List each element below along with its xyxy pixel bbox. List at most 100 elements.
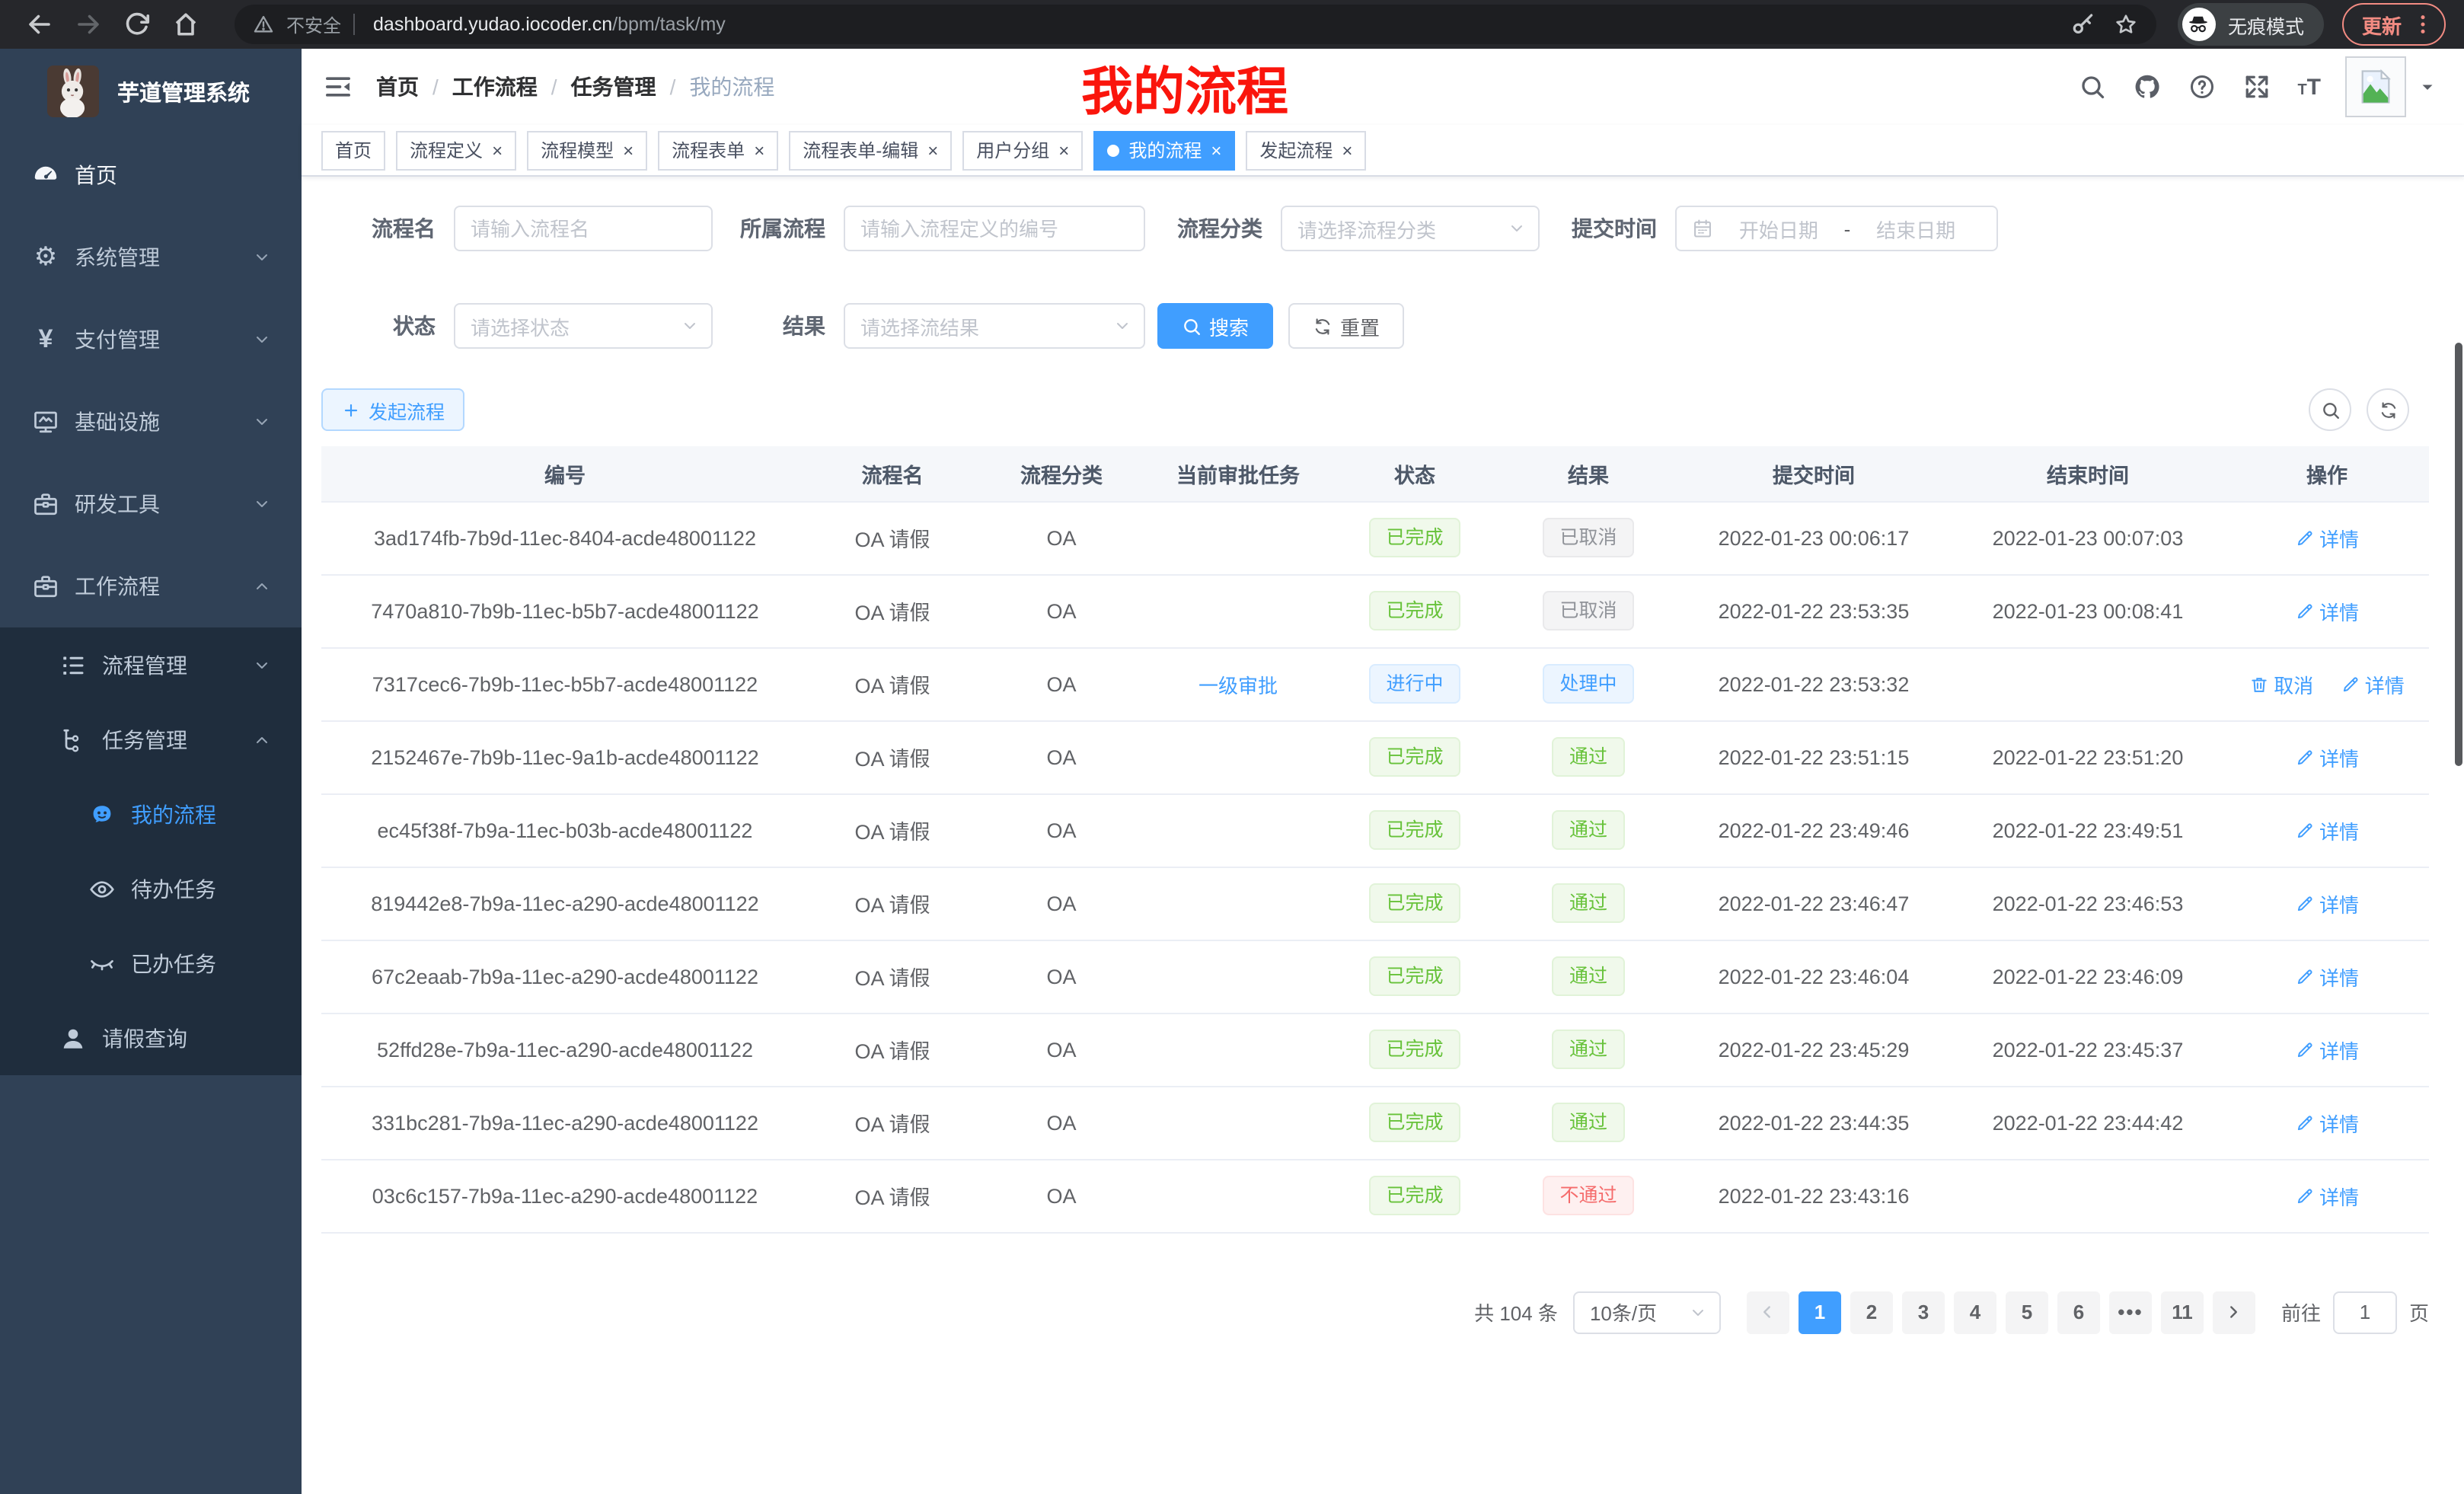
sidebar-item[interactable]: 任务管理 (0, 702, 302, 777)
breadcrumb-item[interactable]: 我的流程 (689, 72, 774, 102)
breadcrumb-item[interactable]: 工作流程 (452, 72, 538, 102)
page-button[interactable]: 4 (1954, 1291, 1996, 1333)
status-badge: 已完成 (1369, 1030, 1460, 1069)
tab-close-icon[interactable]: × (492, 141, 503, 159)
browser-forward-icon[interactable] (75, 11, 102, 38)
sidebar-item[interactable]: 流程管理 (0, 627, 302, 702)
view-tab[interactable]: 发起流程 × (1246, 130, 1366, 170)
not-secure-label[interactable]: 不安全 (286, 11, 341, 37)
fullscreen-icon[interactable] (2242, 73, 2270, 101)
browser-back-icon[interactable] (26, 11, 53, 38)
view-tab[interactable]: 流程表单 × (658, 130, 778, 170)
tab-close-icon[interactable]: × (1342, 141, 1352, 159)
view-tab[interactable]: 流程模型 × (527, 130, 647, 170)
refresh-table-button[interactable] (2367, 388, 2409, 431)
sidebar-item[interactable]: ⚙ 系统管理 (0, 216, 302, 298)
tab-close-icon[interactable]: × (754, 141, 764, 159)
reset-button[interactable]: 重置 (1288, 303, 1404, 349)
submit-time-range-picker[interactable]: 开始日期 - 结束日期 (1675, 206, 1998, 251)
pen-icon (2295, 528, 2315, 547)
result-badge: 通过 (1553, 1030, 1624, 1069)
breadcrumb-item[interactable]: 首页 (376, 72, 419, 102)
detail-action[interactable]: 详情 (2295, 816, 2359, 844)
result-select[interactable]: 请选择流结果 (844, 303, 1145, 349)
view-tab[interactable]: 流程定义 × (396, 130, 516, 170)
detail-action[interactable]: 详情 (2295, 742, 2359, 771)
detail-action[interactable]: 详情 (2295, 1035, 2359, 1064)
sidebar-item[interactable]: ¥ 支付管理 (0, 298, 302, 381)
app-logo[interactable]: 芋道管理系统 (0, 49, 302, 134)
breadcrumb-item[interactable]: 任务管理 (571, 72, 656, 102)
page-button[interactable]: 3 (1902, 1291, 1945, 1333)
browser-menu-kebab-icon[interactable] (2411, 12, 2435, 37)
view-tab[interactable]: 我的流程 × (1093, 130, 1235, 170)
process-category-select[interactable]: 请选择流程分类 (1281, 206, 1540, 251)
avatar-caret-icon[interactable] (2418, 78, 2437, 96)
tab-label: 首页 (335, 137, 372, 163)
not-secure-icon[interactable] (253, 14, 274, 35)
sidebar-item[interactable]: 请假查询 (0, 1001, 302, 1075)
tab-close-icon[interactable]: × (623, 141, 634, 159)
page-button[interactable]: 11 (2161, 1291, 2204, 1333)
view-tab[interactable]: 首页 (321, 130, 385, 170)
sidebar-item[interactable]: 研发工具 (0, 463, 302, 545)
view-tab[interactable]: 流程表单-编辑 × (789, 130, 952, 170)
tab-close-icon[interactable]: × (1211, 141, 1221, 159)
chrome-update-button[interactable]: 更新 (2342, 3, 2446, 46)
sidebar-item[interactable]: 工作流程 (0, 545, 302, 627)
broken-image-icon (2356, 67, 2395, 107)
tab-close-icon[interactable]: × (1058, 141, 1069, 159)
page-button[interactable]: 2 (1850, 1291, 1893, 1333)
detail-action[interactable]: 详情 (2295, 962, 2359, 991)
page-size-select[interactable]: 10条/页 (1573, 1291, 1721, 1333)
header-search-icon[interactable] (2078, 73, 2105, 101)
cell-id: 2152467e-7b9b-11ec-9a1b-acde48001122 (321, 720, 809, 793)
tab-label: 流程表单-编辑 (803, 137, 918, 163)
search-button[interactable]: 搜索 (1157, 303, 1273, 349)
sidebar-item[interactable]: 基础设施 (0, 381, 302, 463)
page-button[interactable]: 1 (1799, 1291, 1841, 1333)
goto-page-input[interactable] (2333, 1291, 2397, 1333)
browser-reload-icon[interactable] (123, 11, 151, 38)
process-definition-input[interactable] (844, 206, 1145, 251)
next-page-button[interactable] (2213, 1291, 2255, 1333)
url-bar[interactable]: 不安全 dashboard.yudao.iocoder.cn /bpm/task… (235, 5, 2156, 44)
browser-home-icon[interactable] (172, 11, 199, 38)
status-select[interactable]: 请选择状态 (454, 303, 713, 349)
detail-action[interactable]: 详情 (2295, 889, 2359, 918)
tab-label: 流程模型 (541, 137, 614, 163)
process-table: 编号流程名流程分类当前审批任务状态结果提交时间结束时间操作 3ad174fb-7… (321, 446, 2429, 1233)
github-icon[interactable] (2133, 73, 2160, 101)
bookmark-star-icon[interactable] (2114, 12, 2138, 37)
detail-action[interactable]: 详情 (2295, 1181, 2359, 1210)
sidebar-item[interactable]: 首页 (0, 134, 302, 216)
result-badge: 处理中 (1543, 664, 1633, 704)
detail-action[interactable]: 详情 (2341, 669, 2405, 698)
sidebar-item[interactable]: 待办任务 (0, 851, 302, 926)
page-button[interactable]: 5 (2006, 1291, 2048, 1333)
table-row: 52ffd28e-7b9a-11ec-a290-acde48001122 OA … (321, 1013, 2429, 1086)
avatar[interactable] (2345, 56, 2406, 117)
sidebar-item-icon (88, 875, 116, 902)
font-size-icon[interactable]: TT (2297, 74, 2321, 100)
cancel-action[interactable]: 取消 (2249, 669, 2313, 698)
detail-action[interactable]: 详情 (2295, 523, 2359, 552)
tab-close-icon[interactable]: × (927, 141, 938, 159)
page-list: 123456•••11 (1794, 1291, 2208, 1333)
sidebar-item[interactable]: 我的流程 (0, 777, 302, 851)
detail-action[interactable]: 详情 (2295, 1108, 2359, 1137)
page-button[interactable]: 6 (2057, 1291, 2100, 1333)
view-tab[interactable]: 用户分组 × (962, 130, 1083, 170)
current-task-link[interactable]: 一级审批 (1198, 669, 1278, 698)
sidebar-item[interactable]: 已办任务 (0, 926, 302, 1001)
create-process-button[interactable]: 发起流程 (321, 388, 464, 431)
show-search-toggle-button[interactable] (2309, 388, 2351, 431)
password-key-icon[interactable] (2071, 12, 2095, 37)
cell-submit-time: 2022-01-22 23:43:16 (1677, 1159, 1951, 1232)
prev-page-button[interactable] (1747, 1291, 1789, 1333)
detail-action[interactable]: 详情 (2295, 596, 2359, 625)
sidebar-collapse-icon[interactable] (323, 72, 353, 102)
page-button[interactable]: ••• (2109, 1291, 2152, 1333)
process-name-input[interactable] (454, 206, 713, 251)
help-icon[interactable] (2188, 73, 2215, 101)
